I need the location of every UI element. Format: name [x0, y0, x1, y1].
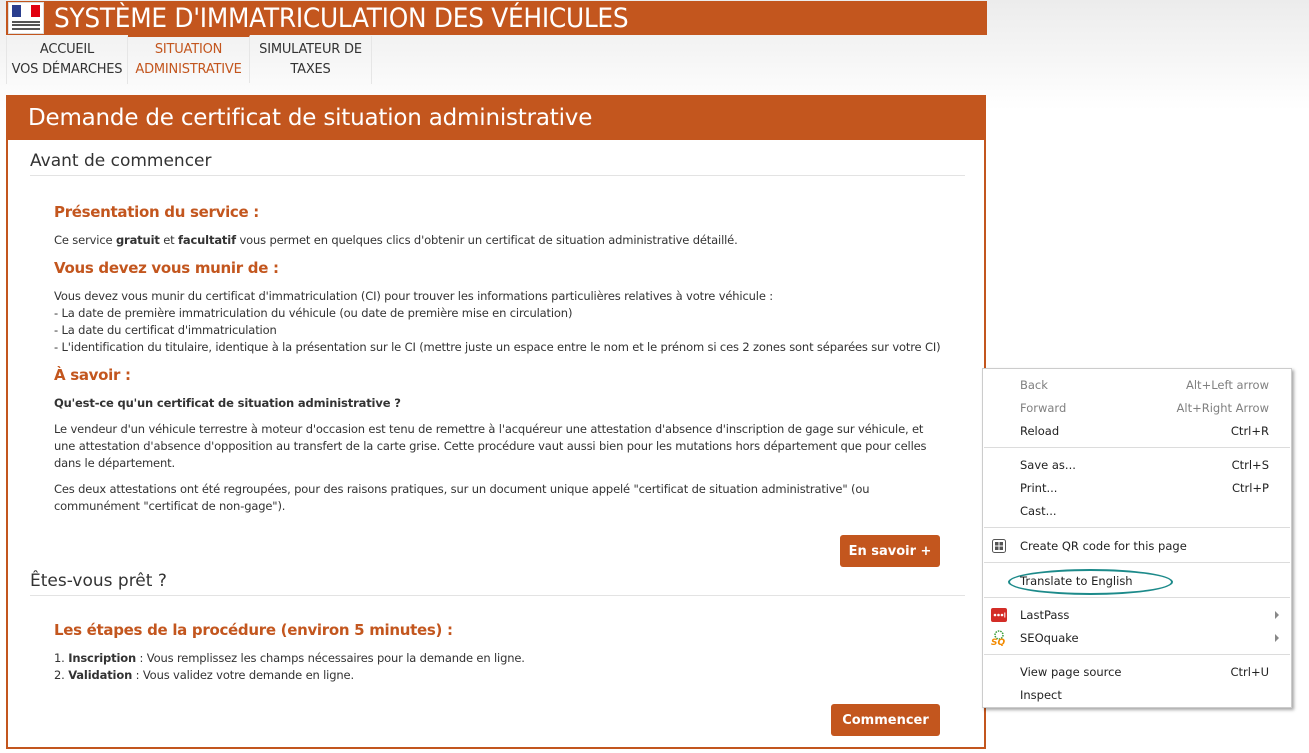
marianne-logo[interactable]	[8, 2, 44, 34]
menu-item-lastpass[interactable]: LastPass	[983, 604, 1291, 626]
savoir-question: Qu'est-ce qu'un certificat de situation …	[54, 396, 401, 410]
heading-savoir: À savoir :	[54, 366, 131, 384]
menu-item-label: SEOquake	[1020, 631, 1079, 645]
menu-item-save-as[interactable]: Save as... Ctrl+S	[983, 454, 1291, 476]
section-title-pret: Êtes-vous prêt ?	[30, 571, 965, 596]
nav-item-label-line2: VOS DÉMARCHES	[11, 62, 123, 77]
menu-item-create-qr-code[interactable]: Create QR code for this page	[983, 535, 1291, 557]
nav-item-accueil[interactable]: ACCUEIL VOS DÉMARCHES	[6, 36, 128, 84]
menu-separator	[984, 597, 1290, 598]
munir-line: - L'identification du titulaire, identiq…	[54, 340, 941, 354]
menu-item-label: Back	[1020, 378, 1048, 392]
main-nav: ACCUEIL VOS DÉMARCHES SITUATION ADMINIST…	[6, 35, 372, 84]
heading-presentation: Présentation du service :	[54, 203, 259, 221]
presentation-text: Ce service gratuit et facultatif vous pe…	[54, 233, 738, 247]
savoir-paragraph-2: Ces deux attestations ont été regroupées…	[54, 482, 870, 513]
main-panel: Demande de certificat de situation admin…	[6, 95, 986, 749]
menu-item-label: Save as...	[1020, 458, 1076, 472]
menu-item-label: View page source	[1020, 665, 1122, 679]
site-title: SYSTÈME D'IMMATRICULATION DES VÉHICULES	[54, 2, 629, 34]
menu-item-label: Inspect	[1020, 688, 1062, 702]
nav-item-simulateur-taxes[interactable]: SIMULATEUR DE TAXES	[250, 36, 372, 84]
menu-item-inspect[interactable]: Inspect	[983, 684, 1291, 706]
heading-munir: Vous devez vous munir de :	[54, 259, 279, 277]
heading-etapes: Les étapes de la procédure (environ 5 mi…	[54, 621, 453, 639]
submenu-arrow-icon	[1275, 611, 1279, 619]
menu-separator	[984, 527, 1290, 528]
munir-line: Vous devez vous munir du certificat d'im…	[54, 289, 773, 303]
menu-item-reload[interactable]: Reload Ctrl+R	[983, 420, 1291, 442]
site-header: SYSTÈME D'IMMATRICULATION DES VÉHICULES	[6, 1, 987, 35]
commencer-button[interactable]: Commencer	[831, 704, 940, 736]
nav-item-label-line1: SIMULATEUR DE	[259, 42, 362, 57]
menu-item-label: Print...	[1020, 481, 1058, 495]
steps-list: 1. Inscription : Vous remplissez les cha…	[54, 650, 944, 684]
menu-item-shortcut: Alt+Right Arrow	[1176, 401, 1269, 415]
step-item: 1. Inscription : Vous remplissez les cha…	[54, 651, 525, 665]
page-title: Demande de certificat de situation admin…	[6, 95, 986, 140]
nav-item-label-line2: TAXES	[290, 62, 331, 77]
en-savoir-plus-button[interactable]: En savoir +	[840, 535, 940, 567]
munir-line: - La date du certificat d'immatriculatio…	[54, 323, 277, 337]
qr-code-icon	[992, 539, 1006, 553]
menu-item-print[interactable]: Print... Ctrl+P	[983, 477, 1291, 499]
logo-text-lines	[12, 19, 40, 30]
menu-item-shortcut: Ctrl+P	[1231, 481, 1269, 495]
nav-item-situation-administrative[interactable]: SITUATION ADMINISTRATIVE	[128, 35, 250, 83]
menu-item-shortcut: Ctrl+S	[1231, 458, 1269, 472]
menu-item-shortcut: Alt+Left arrow	[1186, 378, 1269, 392]
nav-item-label-line1: ACCUEIL	[39, 42, 95, 57]
menu-separator	[984, 447, 1290, 448]
menu-separator	[984, 654, 1290, 655]
section-title-avant: Avant de commencer	[30, 151, 965, 176]
context-menu: Back Alt+Left arrow Forward Alt+Right Ar…	[982, 368, 1292, 708]
nav-item-label-line1: SITUATION	[154, 42, 223, 57]
menu-item-view-source[interactable]: View page source Ctrl+U	[983, 661, 1291, 683]
menu-separator	[984, 562, 1290, 563]
menu-item-label: Create QR code for this page	[1020, 539, 1187, 553]
menu-item-back[interactable]: Back Alt+Left arrow	[983, 374, 1291, 396]
page: SYSTÈME D'IMMATRICULATION DES VÉHICULES …	[0, 0, 1309, 753]
menu-item-label: Cast...	[1020, 504, 1057, 518]
menu-item-shortcut: Ctrl+R	[1230, 424, 1269, 438]
savoir-paragraph-1: Le vendeur d'un véhicule terrestre à mot…	[54, 422, 927, 470]
submenu-arrow-icon	[1275, 634, 1279, 642]
translate-highlight-ellipse	[1008, 569, 1173, 595]
menu-item-forward[interactable]: Forward Alt+Right Arrow	[983, 397, 1291, 419]
menu-item-label: Forward	[1020, 401, 1067, 415]
menu-item-cast[interactable]: Cast...	[983, 500, 1291, 522]
menu-item-shortcut: Ctrl+U	[1230, 665, 1269, 679]
munir-text: Vous devez vous munir du certificat d'im…	[54, 288, 944, 356]
menu-item-label: LastPass	[1020, 608, 1070, 622]
menu-item-label: Reload	[1020, 424, 1060, 438]
lastpass-icon	[991, 608, 1007, 622]
munir-line: - La date de première immatriculation du…	[54, 306, 573, 320]
seoquake-icon: SQ	[991, 630, 1005, 646]
menu-item-seoquake[interactable]: SQ SEOquake	[983, 627, 1291, 649]
step-item: 2. Validation : Vous validez votre deman…	[54, 668, 354, 682]
french-flag-icon	[12, 5, 40, 17]
nav-item-label-line2: ADMINISTRATIVE	[135, 62, 242, 77]
svg-text:SQ: SQ	[991, 638, 1005, 646]
